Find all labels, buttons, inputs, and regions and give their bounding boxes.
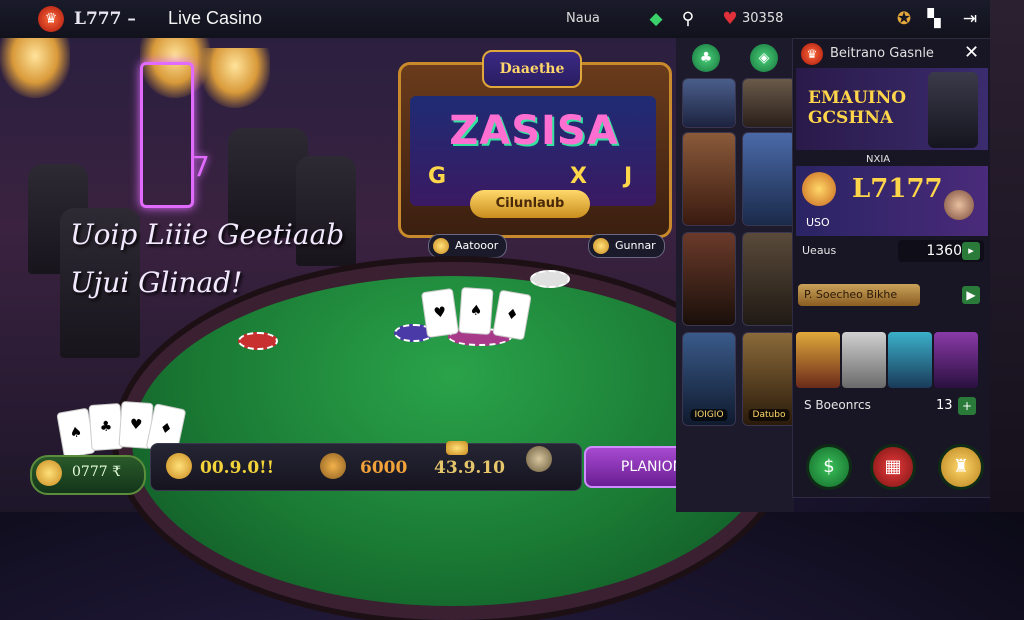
hearts-icon[interactable]: ♥: [718, 7, 742, 31]
section-label: NXIA: [866, 154, 891, 165]
neon-glyph: 7: [192, 150, 210, 183]
dealer-tile[interactable]: IOIGIO: [682, 332, 736, 426]
panel-title: Beitrano Gasnle: [830, 46, 934, 61]
slot-title: ZASISA: [449, 108, 619, 154]
stat-value: 00.9.0!!: [200, 458, 275, 478]
chat-icon[interactable]: ▚: [922, 7, 946, 31]
game-tile[interactable]: [934, 332, 978, 388]
panel-logo-icon: ♛: [801, 43, 823, 65]
dealer-tile[interactable]: [682, 78, 736, 128]
shield-icon[interactable]: ◈: [750, 44, 778, 72]
tile-badge: Datubo: [748, 409, 790, 421]
balance-value: 0777 ₹: [72, 464, 121, 480]
host-avatar: [928, 72, 978, 148]
promo-headline: Uoip Liiie Geetiaab: [70, 218, 345, 251]
promo-code: L7177: [852, 174, 943, 204]
favorite-icon[interactable]: ♣: [692, 44, 720, 72]
dealer-tile[interactable]: [682, 132, 736, 226]
top-bar: [0, 0, 1024, 39]
close-icon[interactable]: ✕: [964, 42, 979, 63]
trophy-icon: [320, 453, 346, 479]
confirm-icon[interactable]: ▸: [962, 242, 980, 260]
game-tile[interactable]: [796, 332, 840, 388]
edge-decor: [990, 0, 1024, 512]
coin-icon: [166, 453, 192, 479]
arrow-right-icon[interactable]: ▶: [962, 286, 980, 304]
games-count: 13: [936, 398, 953, 413]
ticket-icon: [446, 441, 468, 455]
stat-value: 43.9.10: [434, 458, 505, 478]
playing-card: ♠: [458, 286, 494, 336]
avatar-icon[interactable]: [526, 446, 552, 472]
page-title: Live Casino: [168, 8, 263, 28]
chandelier-icon: [200, 48, 270, 108]
exit-icon[interactable]: ⇥: [958, 7, 982, 31]
coin-icon: [36, 460, 62, 486]
slot-subtitle: Cilunlaub: [470, 190, 590, 218]
gift-icon[interactable]: ▦: [870, 444, 916, 490]
dealer-tile[interactable]: [742, 78, 796, 128]
chip-stack: [530, 270, 570, 288]
coin-icon: [433, 238, 449, 254]
table-pill-right[interactable]: Gunnar: [588, 234, 665, 258]
chandelier-icon: [0, 38, 70, 98]
reel-glyph: G: [428, 164, 447, 189]
dealer-tile[interactable]: Datubo: [742, 332, 796, 426]
brand-logo-icon[interactable]: ♛: [38, 6, 64, 32]
banner-text: EMAUINO GCSHNA: [808, 88, 906, 128]
stat-value: 6000: [360, 458, 408, 478]
tile-badge: IOIGIO: [690, 409, 728, 421]
trophy-icon[interactable]: ♜: [938, 444, 984, 490]
dealer-tile[interactable]: [742, 132, 796, 226]
games-label: S Boeonrcs: [804, 398, 871, 412]
pill-label: Aatooor: [455, 239, 499, 252]
avatar: [944, 190, 974, 220]
promo-button[interactable]: P. Soecheo Bikhe: [798, 284, 920, 306]
slot-header: Daaethe: [482, 50, 582, 88]
money-icon[interactable]: $: [806, 444, 852, 490]
nav-username[interactable]: Naua: [566, 11, 600, 26]
reel-glyph: J: [624, 164, 633, 189]
coins-balance: 30358: [742, 11, 784, 26]
chip-stack: [238, 332, 278, 350]
neon-sign: [140, 62, 194, 208]
promo-mini-label: USO: [806, 216, 830, 229]
reel-glyph: X: [570, 164, 587, 189]
amount-label: Ueaus: [802, 244, 837, 257]
badge-icon[interactable]: ✪: [892, 7, 916, 31]
coin-icon: [802, 172, 836, 206]
dealer-tile[interactable]: [742, 232, 796, 326]
banner-line: EMAUINO: [808, 88, 907, 108]
table-pill-left[interactable]: Aatooor: [428, 234, 508, 258]
game-tile[interactable]: [888, 332, 932, 388]
coin-icon: [593, 238, 609, 254]
banner-line: GCSHNA: [808, 108, 894, 128]
dealer-tile[interactable]: [682, 232, 736, 326]
pill-label: Gunnar: [615, 239, 656, 252]
add-icon[interactable]: +: [958, 397, 976, 415]
playing-card: ♥: [420, 287, 460, 339]
gift-icon[interactable]: ◆: [644, 7, 668, 31]
search-icon[interactable]: ⚲: [676, 7, 700, 31]
game-tile[interactable]: [842, 332, 886, 388]
promo-subline: Ujui Glinad!: [70, 266, 243, 299]
brand-name: L777 –: [74, 9, 136, 29]
